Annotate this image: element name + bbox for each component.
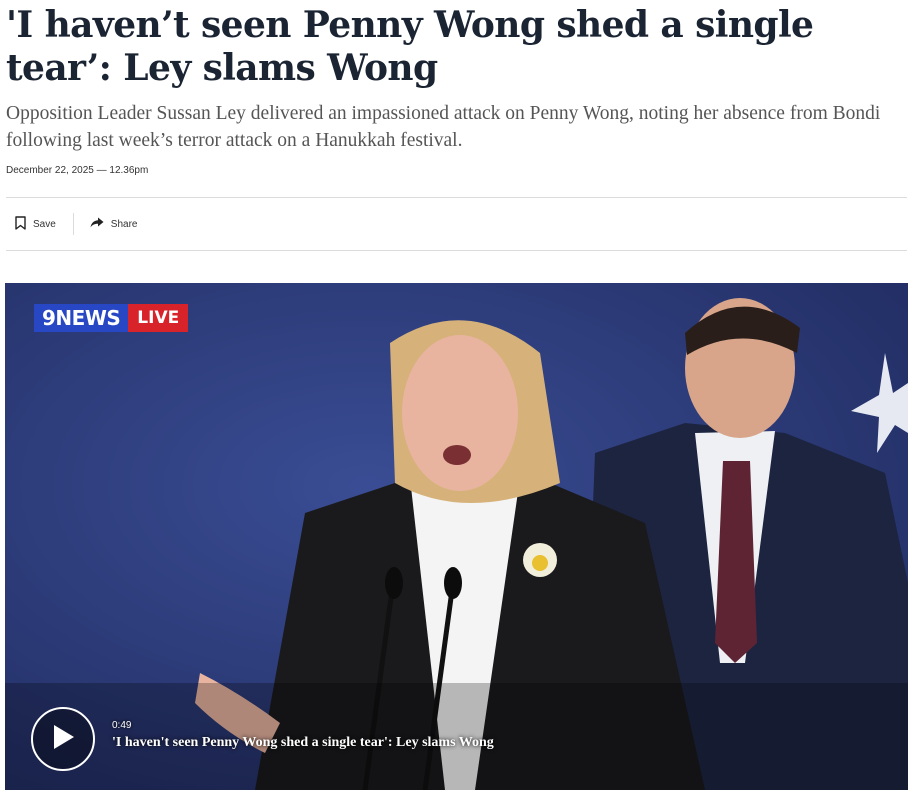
share-button[interactable]: Share [74, 217, 138, 231]
divider [6, 250, 907, 251]
video-thumbnail [5, 283, 908, 790]
play-button[interactable] [31, 707, 95, 771]
share-arrow-icon [90, 217, 104, 231]
video-player[interactable]: 9NEWS LIVE 0:49 'I haven't seen Penny Wo… [5, 283, 908, 790]
live-badge: LIVE [128, 304, 189, 332]
article-headline: 'I haven’t seen Penny Wong shed a single… [6, 4, 814, 89]
article-actions: Save Share [6, 212, 137, 236]
save-button[interactable]: Save [6, 215, 73, 233]
article-dateline: December 22, 2025 — 12.36pm [6, 165, 149, 176]
article-standfirst: Opposition Leader Sussan Ley delivered a… [6, 103, 881, 151]
bookmark-icon [15, 215, 26, 233]
channel-logo: 9NEWS LIVE [34, 304, 189, 332]
share-label: Share [110, 218, 138, 230]
save-label: Save [33, 218, 56, 230]
divider [6, 197, 907, 198]
video-duration: 0:49 [112, 720, 132, 731]
video-title: 'I haven't seen Penny Wong shed a single… [112, 735, 494, 750]
play-icon [51, 724, 75, 755]
nine-news-logo: 9NEWS [34, 304, 129, 332]
